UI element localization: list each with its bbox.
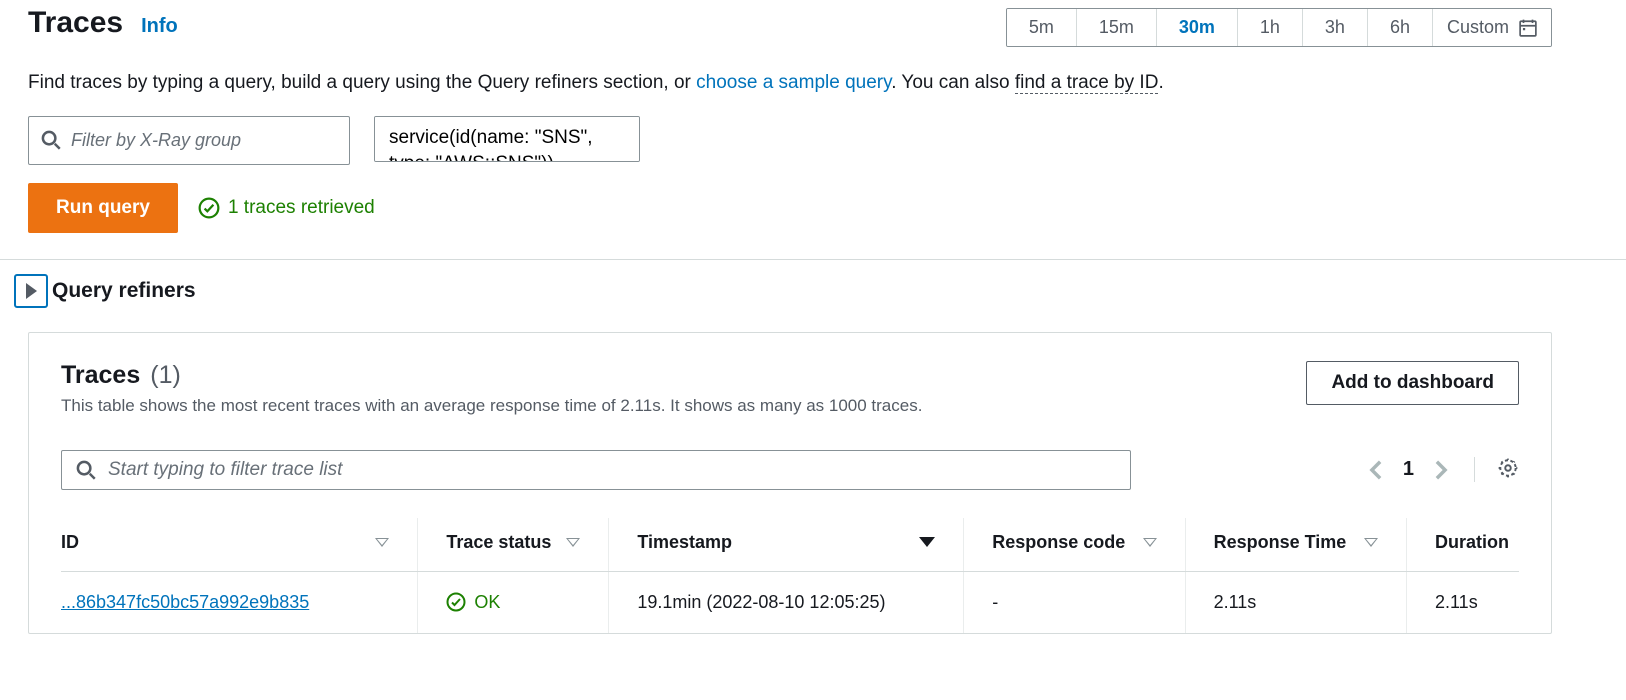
col-id[interactable]: ID xyxy=(61,518,418,572)
trace-status: OK xyxy=(446,592,598,613)
calendar-icon xyxy=(1519,19,1537,37)
traces-table: ID Trace status Timestamp Response code … xyxy=(61,518,1519,633)
traces-panel-desc: This table shows the most recent traces … xyxy=(61,396,922,416)
traces-panel-title: Traces xyxy=(61,361,140,390)
sample-query-link[interactable]: choose a sample query xyxy=(696,72,891,93)
check-circle-icon xyxy=(446,592,466,612)
trace-list-filter[interactable] xyxy=(61,450,1131,490)
col-response-time[interactable]: Response Time xyxy=(1185,518,1406,572)
pagination: 1 xyxy=(1369,457,1519,482)
table-row: ...86b347fc50bc57a992e9b835 OK 19.1min (… xyxy=(61,571,1519,633)
sort-icon xyxy=(566,538,580,547)
time-range-selector: 5m 15m 30m 1h 3h 6h Custom xyxy=(1006,8,1552,47)
time-30m[interactable]: 30m xyxy=(1157,9,1238,46)
check-circle-icon xyxy=(198,197,220,219)
expand-refiners-toggle[interactable] xyxy=(14,274,48,308)
gear-icon xyxy=(1497,457,1519,479)
time-1h[interactable]: 1h xyxy=(1238,9,1303,46)
time-custom[interactable]: Custom xyxy=(1433,9,1551,46)
chevron-right-icon[interactable] xyxy=(1434,459,1448,481)
col-status[interactable]: Trace status xyxy=(418,518,609,572)
info-link[interactable]: Info xyxy=(141,15,178,38)
trace-id-link[interactable]: ...86b347fc50bc57a992e9b835 xyxy=(61,592,309,612)
trace-timestamp: 19.1min (2022-08-10 12:05:25) xyxy=(609,571,964,633)
time-5m[interactable]: 5m xyxy=(1007,9,1077,46)
time-custom-label: Custom xyxy=(1447,17,1509,38)
chevron-left-icon[interactable] xyxy=(1369,459,1383,481)
sort-icon xyxy=(375,538,389,547)
search-icon xyxy=(41,130,61,150)
run-query-button[interactable]: Run query xyxy=(28,183,178,233)
page-number: 1 xyxy=(1403,458,1414,481)
sort-desc-icon xyxy=(919,537,935,547)
group-filter[interactable] xyxy=(28,116,350,165)
query-status-text: 1 traces retrieved xyxy=(228,197,375,219)
trace-filter-input[interactable] xyxy=(108,459,1116,481)
trace-response-code: - xyxy=(964,571,1185,633)
time-3h[interactable]: 3h xyxy=(1303,9,1368,46)
sort-icon xyxy=(1364,538,1378,547)
search-icon xyxy=(76,460,96,480)
traces-panel: Traces (1) This table shows the most rec… xyxy=(28,332,1552,634)
time-6h[interactable]: 6h xyxy=(1368,9,1433,46)
col-response-code[interactable]: Response code xyxy=(964,518,1185,572)
sort-icon xyxy=(1143,538,1157,547)
col-timestamp[interactable]: Timestamp xyxy=(609,518,964,572)
description: Find traces by typing a query, build a q… xyxy=(28,69,1622,98)
time-15m[interactable]: 15m xyxy=(1077,9,1157,46)
query-refiners-label: Query refiners xyxy=(52,279,196,303)
query-input[interactable] xyxy=(374,116,640,162)
table-settings-button[interactable] xyxy=(1474,457,1519,482)
query-status: 1 traces retrieved xyxy=(198,197,375,219)
add-to-dashboard-button[interactable]: Add to dashboard xyxy=(1306,361,1519,405)
page-title: Traces xyxy=(28,6,123,40)
find-trace-by-id-link[interactable]: find a trace by ID xyxy=(1015,72,1159,94)
traces-count: (1) xyxy=(150,361,181,390)
trace-response-time: 2.11s xyxy=(1185,571,1406,633)
group-filter-input[interactable] xyxy=(71,130,337,151)
col-duration[interactable]: Duration xyxy=(1407,518,1520,572)
chevron-right-icon xyxy=(26,283,37,299)
trace-duration: 2.11s xyxy=(1407,571,1520,633)
